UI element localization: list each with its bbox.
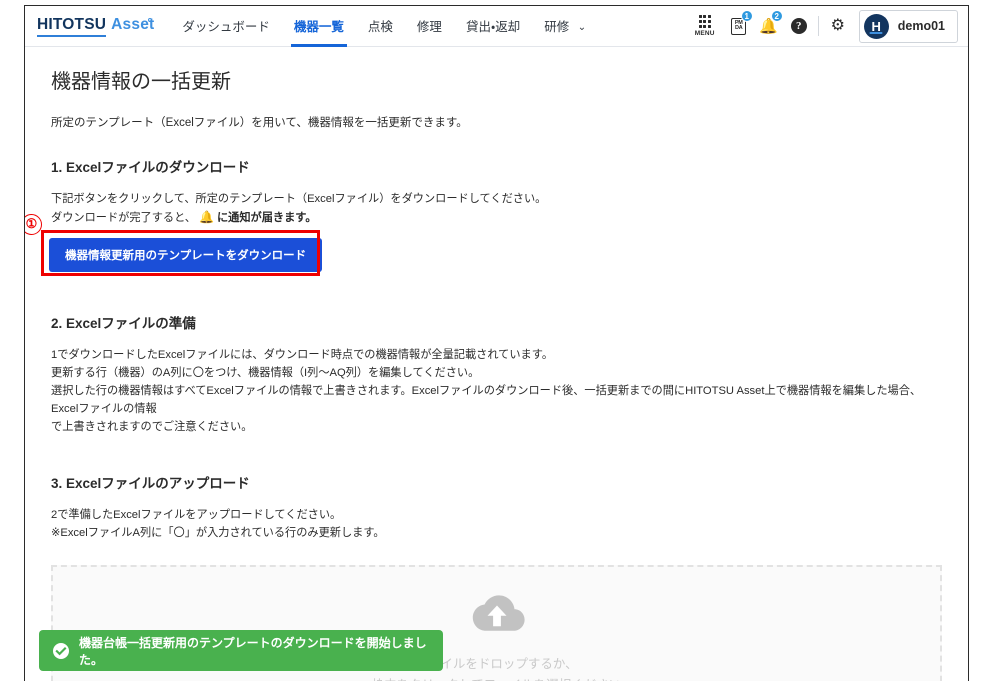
section-1-line-2: ダウンロードが完了すると、 🔔 に通知が届きます。 [51,208,944,227]
avatar: H [863,13,889,39]
user-menu[interactable]: H demo01 [858,9,958,43]
app-logo[interactable]: HITOTSU Asset [37,16,154,37]
download-template-button[interactable]: 機器情報更新用のテンプレートをダウンロード [49,237,323,272]
app-window: HITOTSU Asset ダッシュボード 機器一覧 点検 修理 貸出・返却 研… [24,5,969,681]
nav-item-inspection[interactable]: 点検 [356,6,405,47]
page-content: 機器情報の一括更新 所定のテンプレート（Excelファイル）を用いて、機器情報を… [25,47,968,681]
main-nav: ダッシュボード 機器一覧 点検 修理 貸出・返却 研修 ⌄ [170,6,598,47]
pmda-line-2: DA [734,25,743,31]
menu-label: MENU [694,29,715,37]
nav-label: 研修 [544,20,570,34]
toolbar-right: MENU PM DA 1 🔔 2 ? ⚙ H demo01 [688,7,958,45]
nav-label: 点検 [367,20,393,34]
nav-label: ダッシュボード [182,20,270,34]
help-icon: ? [790,18,807,34]
section-3-line-1: 2で準備したExcelファイルをアップロードしてください。 [51,509,342,522]
notification-badge-count: 2 [770,10,783,22]
nav-item-dashboard[interactable]: ダッシュボード [170,6,282,47]
logo-text-hitotsu: HITOTSU [37,16,107,37]
nav-item-training[interactable]: 研修 ⌄ [532,6,598,47]
section-3-title: 3. Excelファイルのアップロード [51,476,250,492]
bulk-update-card: 機器情報の一括更新 所定のテンプレート（Excelファイル）を用いて、機器情報を… [25,47,958,681]
section-2-line-1: 1でダウンロードしたExcelファイルには、ダウンロード時点での機器情報が全量記… [51,348,554,361]
section-1-line-2-suffix: に通知が届きます。 [216,212,317,225]
notifications-button[interactable]: 🔔 2 [754,7,784,45]
nav-label: 機器一覧 [293,20,344,34]
section-2: 2. Excelファイルの準備 1でダウンロードしたExcelファイルには、ダウ… [49,312,944,437]
step-marker-1: ① [25,213,42,235]
success-toast[interactable]: 機器台帳一括更新用のテンプレートのダウンロードを開始しました。 [39,630,443,671]
nav-label: 修理 [416,20,442,34]
grid-icon [698,15,711,28]
check-circle-icon [53,642,69,659]
section-2-line-3: 選択した行の機器情報はすべてExcelファイルの情報で上書きされます。Excel… [51,384,922,415]
section-2-line-2: 更新する行（機器）のA列に〇をつけ、機器情報（I列〜AQ列）を編集してください。 [51,366,480,379]
section-2-body: 1でダウンロードしたExcelファイルには、ダウンロード時点での機器情報が全量記… [51,346,944,437]
help-button[interactable]: ? [784,7,814,45]
chevron-down-icon: ⌄ [577,22,587,33]
cloud-upload-icon [466,591,528,640]
nav-item-equipment-list[interactable]: 機器一覧 [282,6,356,47]
download-button-wrapper: ① 機器情報更新用のテンプレートをダウンロード [25,213,323,276]
bell-icon-inline: 🔔 [199,210,214,225]
toolbar-divider [817,16,819,36]
page-lead-text: 所定のテンプレート（Excelファイル）を用いて、機器情報を一括更新できます。 [51,117,468,129]
section-3-body: 2で準備したExcelファイルをアップロードしてください。 ※Excelファイル… [51,506,944,542]
nav-item-lending-return[interactable]: 貸出・返却 [454,6,532,47]
nav-label: 貸出・返却 [465,20,521,34]
user-name-label: demo01 [897,19,945,33]
pmda-notice-button[interactable]: PM DA 1 [724,7,754,45]
section-1-line-1: 下記ボタンをクリックして、所定のテンプレート（Excelファイル）をダウンロード… [51,193,547,205]
section-1-line-2-prefix: ダウンロードが完了すると、 [51,212,196,225]
nav-item-repair[interactable]: 修理 [405,6,454,47]
gear-icon: ⚙ [830,17,845,34]
settings-button[interactable]: ⚙ [823,7,853,45]
screenshot-root: HITOTSU Asset ダッシュボード 機器一覧 点検 修理 貸出・返却 研… [0,0,993,686]
dropzone-line-2: 枠内をクリックしてファイルを選択ください [372,675,622,681]
menu-grid-button[interactable]: MENU [688,7,722,45]
top-navigation-bar: HITOTSU Asset ダッシュボード 機器一覧 点検 修理 貸出・返却 研… [25,6,968,47]
section-1-title: 1. Excelファイルのダウンロード [51,160,250,175]
pmda-badge-count: 1 [740,10,753,22]
toast-message: 機器台帳一括更新用のテンプレートのダウンロードを開始しました。 [79,635,427,667]
section-1-body: 下記ボタンをクリックして、所定のテンプレート（Excelファイル）をダウンロード… [51,190,944,228]
page-title: 機器情報の一括更新 [51,71,231,93]
logo-dot-icon [148,17,153,22]
section-2-line-4: で上書きされますのでご注意ください。 [51,421,253,434]
section-2-title: 2. Excelファイルの準備 [51,315,196,331]
section-3-line-2: ※ExcelファイルA列に「〇」が入力されている行のみ更新します。 [51,527,385,540]
